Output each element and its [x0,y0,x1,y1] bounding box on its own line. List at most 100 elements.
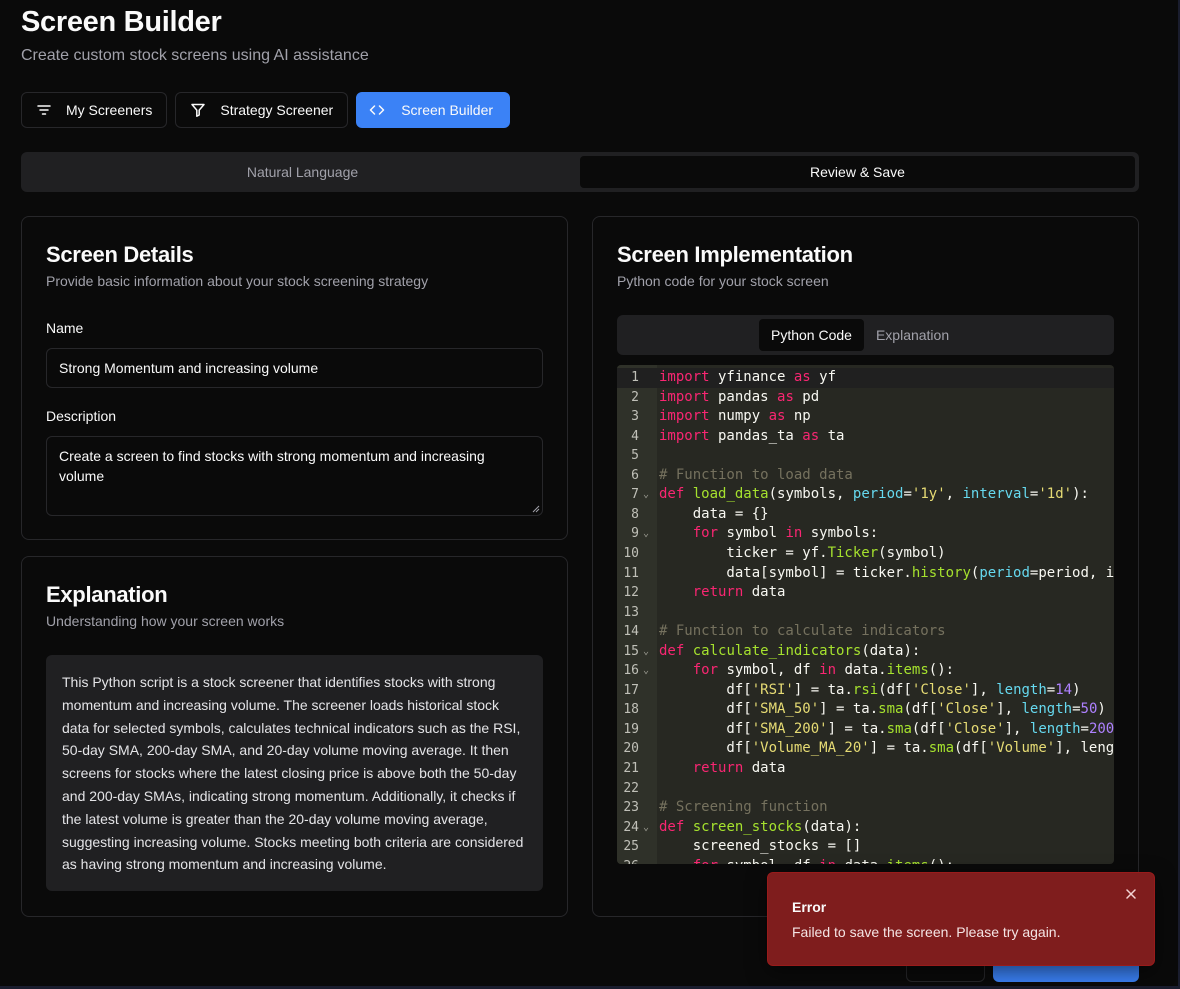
funnel-icon [190,102,206,118]
line-number: 26 [617,857,639,864]
line-number: 17 [623,682,639,698]
line-number: 4 [631,428,639,444]
error-toast: Error Failed to save the screen. Please … [767,872,1155,966]
filter-lines-icon [36,102,52,118]
explanation-text: This Python script is a stock screener t… [46,655,543,891]
code-text: # Function to calculate indicators [659,623,946,640]
code-text: screened_stocks = [] [659,838,862,855]
line-number: 10 [623,545,639,561]
page-subtitle: Create custom stock screens using AI ass… [21,47,369,64]
tab-python-code[interactable]: Python Code [759,319,864,351]
code-line: 2 import pandas as pd [617,388,1114,408]
name-input[interactable] [46,348,543,388]
code-line: 20 df['Volume_MA_20'] = ta.sma(df['Volum… [617,739,1114,759]
code-text: import pandas as pd [659,388,820,405]
line-number: 11 [623,565,639,581]
code-line: 8 data = {} [617,505,1114,525]
line-number: 3 [631,409,639,425]
code-text: import yfinance as yf [659,369,837,385]
line-number: 20 [623,741,639,757]
builder-tabs: Natural Language Review & Save [21,152,1139,192]
description-textarea[interactable]: Create a screen to find stocks with stro… [46,436,543,516]
code-line: 22 [617,779,1114,799]
line-number: 2 [631,389,639,405]
toast-message: Failed to save the screen. Please try ag… [792,924,1061,940]
line-number: 13 [623,604,639,620]
screen-builder-button[interactable]: Screen Builder [356,92,511,128]
screen-builder-label: Screen Builder [401,102,494,118]
code-line: 14 # Function to calculate indicators [617,622,1114,642]
code-text: import numpy as np [659,408,811,425]
code-text: df['Volume_MA_20'] = ta.sma(df['Volume']… [659,740,1114,757]
code-text: def calculate_indicators(data): [659,642,921,659]
code-line: 13 [617,603,1114,623]
my-screeners-button[interactable]: My Screeners [21,92,168,128]
tab-explanation[interactable]: Explanation [864,319,961,351]
code-editor[interactable]: 1 import yfinance as yf 2 import pandas as … [617,365,1114,864]
fold-chevron-icon[interactable]: ⌄ [643,661,649,681]
code-line: 10 ticker = yf.Ticker(symbol) [617,544,1114,564]
fold-chevron-icon[interactable]: ⌄ [643,642,649,662]
explanation-description: Understanding how your screen works [46,613,285,629]
description-label: Description [46,408,117,424]
code-line: 3 import numpy as np [617,407,1114,427]
line-number: 22 [623,780,639,796]
explanation-title: Explanation [46,582,168,607]
screen-details-title: Screen Details [46,242,194,267]
tab-review-save[interactable]: Review & Save [580,156,1135,188]
screener-nav: My Screeners Strategy Screener Screen Bu… [21,92,511,128]
fold-chevron-icon[interactable]: ⌄ [643,524,649,544]
line-number: 15 [623,643,639,659]
code-text: import pandas_ta as ta [659,427,845,444]
line-number: 14 [623,624,639,640]
line-number: 7 [631,487,639,503]
close-icon[interactable] [1122,885,1140,903]
code-text: def load_data(symbols, period='1y', inte… [659,486,1089,503]
fold-chevron-icon[interactable]: ⌄ [643,818,649,838]
code-line: 4 import pandas_ta as ta [617,427,1114,447]
line-number: 8 [631,506,639,522]
line-number: 21 [623,761,639,776]
code-text: for symbol, df in data.items(): [659,857,954,864]
code-line: 24 ⌄ def screen_stocks(data): [617,818,1114,838]
fold-chevron-icon[interactable]: ⌄ [643,485,649,505]
screen-details-description: Provide basic information about your sto… [46,273,429,289]
code-line: 12 return data [617,583,1114,603]
line-number: 5 [631,448,639,464]
code-text: # Function to load data [659,466,853,483]
screen-implementation-title: Screen Implementation [617,242,853,267]
code-line: 19 df['SMA_200'] = ta.sma(df['Close'], l… [617,720,1114,740]
code-line: 26 for symbol, df in data.items(): [617,857,1114,864]
code-icon [369,102,385,118]
code-text: return data [692,760,786,776]
code-text: return data [692,584,786,601]
name-label: Name [46,320,84,336]
line-number: 6 [631,467,639,483]
line-number: 1 [631,370,639,385]
strategy-screener-button[interactable]: Strategy Screener [175,92,349,128]
code-text: ticker = yf.Ticker(symbol) [659,544,946,561]
tab-natural-language[interactable]: Natural Language [25,156,580,188]
code-text: df['SMA_50'] = ta.sma(df['Close'], lengt… [659,701,1106,718]
line-number: 16 [623,663,639,679]
description-text: Create a screen to find stocks with stro… [59,448,485,484]
code-line: 25 screened_stocks = [] [617,837,1114,857]
code-text: def screen_stocks(data): [659,818,862,835]
code-line: 18 df['SMA_50'] = ta.sma(df['Close'], le… [617,700,1114,720]
code-text: df['SMA_200'] = ta.sma(df['Close'], leng… [659,720,1114,737]
code-line: 6 # Function to load data [617,466,1114,486]
line-number: 19 [623,721,639,737]
toast-title: Error [792,899,827,915]
screen-implementation-card: Screen Implementation Python code for yo… [592,216,1139,917]
code-line: 7 ⌄ def load_data(symbols, period='1y', in… [617,485,1114,505]
line-number: 23 [623,800,639,816]
code-line: 5 [617,446,1114,466]
code-text: # Screening function [659,799,828,816]
line-number: 24 [623,819,639,835]
strategy-screener-label: Strategy Screener [220,102,334,118]
line-number: 18 [623,702,639,718]
resize-handle-icon[interactable] [532,505,540,513]
screen-details-card: Screen Details Provide basic information… [21,216,568,540]
code-line: 21 return data [617,759,1114,779]
code-line: 15 ⌄ def calculate_indicators(data): [617,642,1114,662]
